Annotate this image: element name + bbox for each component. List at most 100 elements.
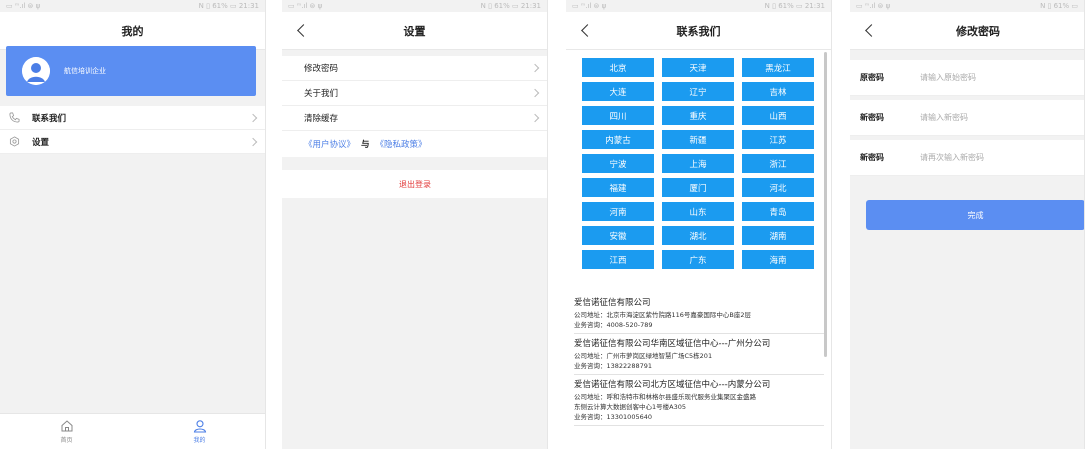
office-detail: 业务咨询：13301005640 <box>574 413 652 421</box>
city-button[interactable]: 江西 <box>582 250 654 269</box>
city-button[interactable]: 湖北 <box>662 226 734 245</box>
new-password-field[interactable]: 新密码 请输入新密码 <box>850 100 1084 136</box>
menu-item-contact[interactable]: 联系我们 <box>0 106 265 130</box>
back-button[interactable] <box>860 21 878 39</box>
profile-card[interactable]: 航信培训企业 <box>6 46 256 96</box>
tab-mine[interactable]: 我的 <box>133 414 265 449</box>
status-bar: ▭ ᵐ.ıl ⊜ ψ N ▯ 61% ▭ 21:31 <box>0 0 265 12</box>
city-button[interactable]: 湖南 <box>742 226 814 245</box>
nav-bar: 设置 <box>282 12 547 50</box>
menu-item-settings[interactable]: 设置 <box>0 130 265 154</box>
gear-icon <box>8 136 20 148</box>
mine-menu: 联系我们 设置 <box>0 106 265 154</box>
office-item: 爱信诺征信有限公司华南区域征信中心---广州分公司 公司地址：广州市萝岗区绿地智慧… <box>574 334 824 375</box>
city-button[interactable]: 广东 <box>662 250 734 269</box>
city-button[interactable]: 吉林 <box>742 82 814 101</box>
city-button[interactable]: 宁波 <box>582 154 654 173</box>
city-button[interactable]: 重庆 <box>662 106 734 125</box>
page-title: 我的 <box>121 24 144 38</box>
city-button[interactable]: 山东 <box>662 202 734 221</box>
city-button[interactable]: 大连 <box>582 82 654 101</box>
confirm-password-field[interactable]: 新密码 请再次输入新密码 <box>850 140 1084 176</box>
field-placeholder[interactable]: 请输入新密码 <box>920 112 968 123</box>
city-button[interactable]: 新疆 <box>662 130 734 149</box>
settings-item-change-password[interactable]: 修改密码 <box>282 56 547 81</box>
back-button[interactable] <box>576 21 594 39</box>
field-label: 原密码 <box>860 73 884 82</box>
office-detail: 公司地址：北京市海淀区紫竹院路116号嘉豪国际中心B座2层 <box>574 311 752 319</box>
city-button[interactable]: 四川 <box>582 106 654 125</box>
chevron-left-icon <box>296 23 310 37</box>
user-agreement-link[interactable]: 《用户协议》 <box>304 138 355 150</box>
status-right: N ▯ 61% ▭ 21:31 <box>764 2 825 10</box>
chevron-right-icon <box>248 113 258 122</box>
city-grid: 北京 天津 黑龙江大连 辽宁 吉林四川 重庆 山西内蒙古 新疆 江苏宁波 上海 浙江福建 厦门 河北河南… <box>582 58 814 269</box>
city-button[interactable]: 内蒙古 <box>582 130 654 149</box>
city-button[interactable]: 浙江 <box>742 154 814 173</box>
nav-bar: 联系我们 <box>566 12 831 50</box>
settings-item-label: 清除缓存 <box>304 114 339 124</box>
user-avatar-icon <box>22 57 50 85</box>
city-button[interactable]: 青岛 <box>742 202 814 221</box>
screen-contact: ▭ ᵐ.ıl ⊜ ψ N ▯ 61% ▭ 21:31 联系我们 北京 天津 黑龙江大连… <box>566 0 832 449</box>
status-right: N ▯ 61% ▭ 21:31 <box>198 2 259 10</box>
chevron-right-icon <box>530 63 540 73</box>
office-item: 爱信诺征信有限公司北方区域征信中心---内蒙分公司 公司地址：呼和浩特市和林格尔县… <box>574 375 824 426</box>
submit-button[interactable]: 完成 <box>866 200 1084 230</box>
office-list: 爱信诺征信有限公司公司地址：北京市海淀区紫竹院路116号嘉豪国际中心B座2层 业务… <box>574 293 824 426</box>
nav-bar: 修改密码 <box>850 12 1084 50</box>
scrollbar[interactable] <box>824 52 827 357</box>
city-button[interactable]: 河南 <box>582 202 654 221</box>
tab-bar: 首页 我的 <box>0 413 265 449</box>
city-button[interactable]: 上海 <box>662 154 734 173</box>
chevron-right-icon <box>530 88 540 98</box>
privacy-policy-link[interactable]: 《隐私政策》 <box>376 138 427 150</box>
avatar[interactable] <box>22 57 50 85</box>
page-title: 联系我们 <box>676 24 721 38</box>
status-left: ▭ ᵐ.ıl ⊜ ψ <box>288 2 323 10</box>
settings-item-label: 关于我们 <box>304 89 339 99</box>
status-left: ▭ ᵐ.ıl ⊜ ψ <box>856 2 891 10</box>
chevron-right-icon <box>248 137 258 146</box>
old-password-field[interactable]: 原密码 请输入原始密码 <box>850 60 1084 96</box>
status-bar: ▭ ᵐ.ıl ⊜ ψ N ▯ 61% ▭ 21:31 <box>566 0 831 12</box>
logout-button[interactable]: 退出登录 <box>282 170 547 198</box>
city-button[interactable]: 河北 <box>742 178 814 197</box>
status-right: N ▯ 61% ▭ 21:31 <box>480 2 541 10</box>
office-detail: 东侧云计算大数据创客中心1号楼A305 <box>574 403 686 411</box>
field-placeholder[interactable]: 请输入原始密码 <box>920 72 976 83</box>
field-placeholder[interactable]: 请再次输入新密码 <box>920 152 984 163</box>
city-button[interactable]: 江苏 <box>742 130 814 149</box>
office-name: 爱信诺征信有限公司 <box>574 298 651 308</box>
city-button[interactable]: 天津 <box>662 58 734 77</box>
city-button[interactable]: 辽宁 <box>662 82 734 101</box>
city-button[interactable]: 山西 <box>742 106 814 125</box>
city-button[interactable]: 黑龙江 <box>742 58 814 77</box>
settings-item-label: 修改密码 <box>304 64 339 74</box>
city-button[interactable]: 北京 <box>582 58 654 77</box>
back-button[interactable] <box>292 21 310 39</box>
office-item: 爱信诺征信有限公司 公司地址：北京市海淀区紫竹院路116号嘉豪国际中心B座2层 业务… <box>574 293 824 334</box>
field-label: 新密码 <box>860 113 884 122</box>
city-button[interactable]: 厦门 <box>662 178 734 197</box>
status-left: ▭ ᵐ.ıl ⊜ ψ <box>572 2 607 10</box>
chevron-left-icon <box>580 23 594 37</box>
agreement-links: 《用户协议》 与 《隐私政策》 <box>282 131 547 157</box>
office-detail: 公司地址：广州市萝岗区绿地智慧广场C5栋201 <box>574 352 713 360</box>
status-bar: ▭ ᵐ.ıl ⊜ ψ N ▯ 61% ▭ <box>850 0 1084 12</box>
city-button[interactable]: 安徽 <box>582 226 654 245</box>
home-icon <box>61 420 72 432</box>
nav-bar: 我的 <box>0 12 265 50</box>
office-name: 爱信诺征信有限公司华南区域征信中心---广州分公司 <box>574 339 771 349</box>
phone-icon <box>8 112 20 124</box>
user-icon <box>193 420 206 433</box>
field-label: 新密码 <box>860 153 884 162</box>
city-button[interactable]: 海南 <box>742 250 814 269</box>
settings-item-about[interactable]: 关于我们 <box>282 81 547 106</box>
tab-home[interactable]: 首页 <box>0 414 133 449</box>
city-button[interactable]: 福建 <box>582 178 654 197</box>
and-text: 与 <box>361 140 370 150</box>
settings-list: 修改密码 关于我们 清除缓存 《用户协议》 与 《隐私政策》 <box>282 56 547 157</box>
settings-item-clear-cache[interactable]: 清除缓存 <box>282 106 547 131</box>
screen-settings: ▭ ᵐ.ıl ⊜ ψ N ▯ 61% ▭ 21:31 设置 修改密码 关于我们 清… <box>282 0 548 449</box>
